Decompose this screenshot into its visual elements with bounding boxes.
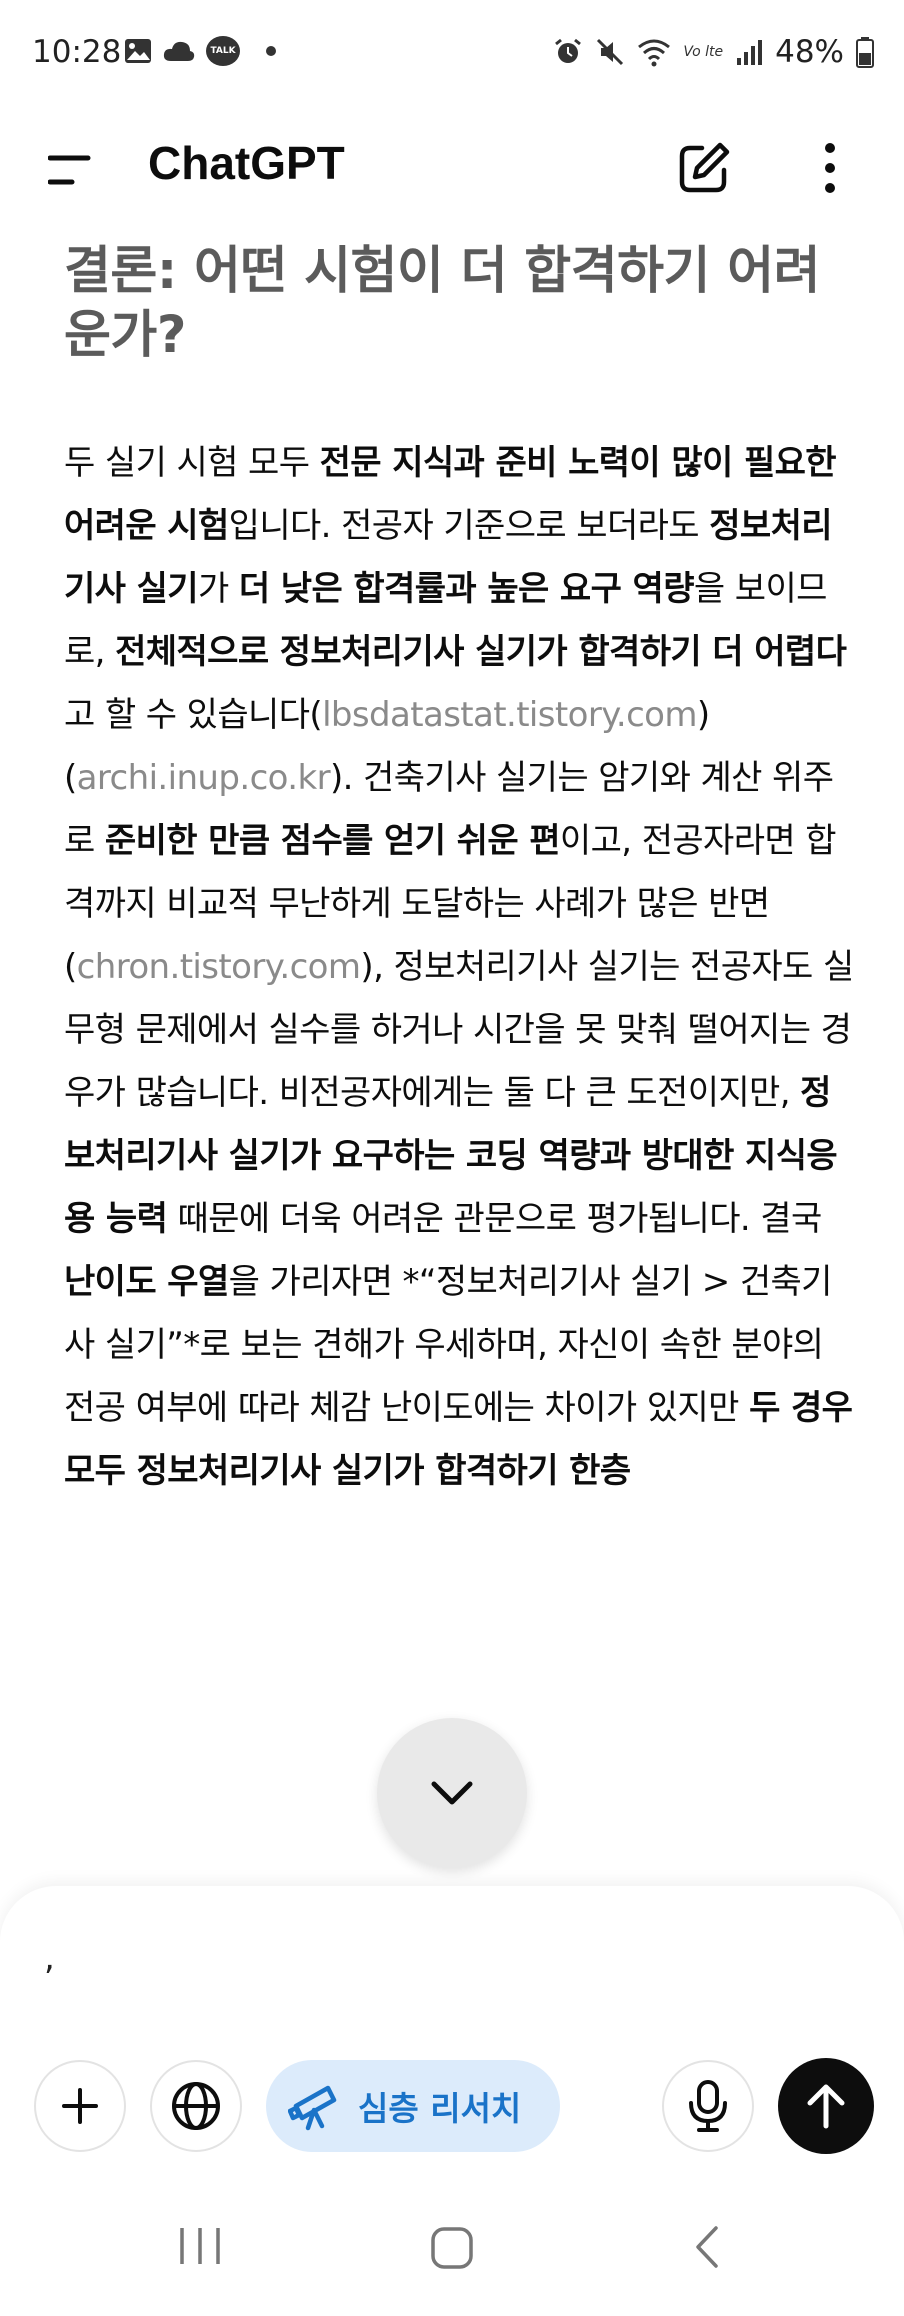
alarm-icon — [555, 38, 582, 63]
bold-text: 전체적으로 정보처리기사 실기가 합격하기 더 어렵다 — [115, 632, 847, 672]
battery-percent: 48% — [775, 34, 844, 70]
web-search-button[interactable] — [150, 2060, 242, 2152]
source-link[interactable]: lbsdatastat.tistory.com — [322, 695, 697, 735]
plus-icon — [62, 2088, 98, 2124]
status-time: 10:28 — [32, 34, 122, 70]
scroll-to-bottom-button[interactable] — [377, 1718, 527, 1868]
text-segment: 두 실기 시험 모두 — [64, 443, 320, 483]
battery-icon — [856, 37, 874, 68]
app-header: ChatGPT — [0, 118, 904, 218]
text-segment: 가 — [197, 569, 239, 609]
add-attachment-button[interactable] — [34, 2060, 126, 2152]
bold-text: 난이도 우열 — [64, 1262, 229, 1302]
more-vertical-icon[interactable] — [818, 140, 842, 196]
signal-icon — [737, 40, 763, 65]
arrow-up-icon — [807, 2084, 845, 2129]
bold-text: 준비한 만큼 점수를 얻기 쉬운 편 — [104, 821, 561, 861]
assistant-message: 결론: 어떤 시험이 더 합격하기 어려운가? 두 실기 시험 모두 전문 지식… — [64, 240, 854, 1880]
telescope-icon — [288, 2085, 337, 2131]
composer: , 심층 리서치 — [0, 1886, 904, 2216]
new-chat-icon[interactable] — [676, 140, 732, 196]
source-link[interactable]: chron.tistory.com — [77, 947, 361, 987]
message-heading: 결론: 어떤 시험이 더 합격하기 어려운가? — [64, 242, 821, 365]
deep-research-button[interactable]: 심층 리서치 — [266, 2060, 560, 2152]
gallery-icon — [125, 39, 151, 63]
message-paragraph: 두 실기 시험 모두 전문 지식과 준비 노력이 많이 필요한 어려운 시험입니… — [64, 432, 854, 1503]
text-segment: 고 할 수 있습니다( — [64, 695, 323, 735]
source-link[interactable]: archi.inup.co.kr — [77, 758, 331, 798]
chevron-down-icon — [431, 1781, 473, 1805]
send-button[interactable] — [778, 2058, 874, 2154]
home-icon[interactable] — [430, 2226, 474, 2270]
back-icon[interactable] — [692, 2224, 722, 2270]
mute-icon — [597, 38, 624, 66]
status-left-icons: TALK — [124, 36, 278, 66]
app-title[interactable]: ChatGPT — [148, 136, 345, 190]
bold-text: 더 낮은 합격률과 높은 요구 역량 — [238, 569, 695, 609]
talk-badge-label: TALK — [210, 46, 236, 56]
recents-icon[interactable] — [178, 2226, 222, 2266]
microphone-icon — [689, 2080, 727, 2132]
voice-input-button[interactable] — [662, 2060, 754, 2152]
text-segment: 입니다. 전공자 기준으로 보더라도 — [228, 506, 710, 546]
talk-icon: TALK — [206, 36, 240, 66]
status-bar: 10:28 TALK Vo lte 48% — [0, 0, 904, 108]
cloud-icon — [163, 41, 195, 61]
dot-icon — [266, 46, 276, 56]
status-right-icons: Vo lte 48% — [553, 34, 874, 70]
wifi-icon — [638, 39, 671, 67]
message-input[interactable]: , — [44, 1938, 55, 1978]
deep-research-label: 심층 리서치 — [358, 2089, 522, 2128]
menu-icon[interactable] — [48, 150, 102, 190]
text-segment: 때문에 더욱 어려운 관문으로 평가됩니다. 결국 — [167, 1199, 822, 1239]
volte-icon: Vo lte — [683, 44, 724, 60]
globe-icon — [172, 2082, 220, 2130]
